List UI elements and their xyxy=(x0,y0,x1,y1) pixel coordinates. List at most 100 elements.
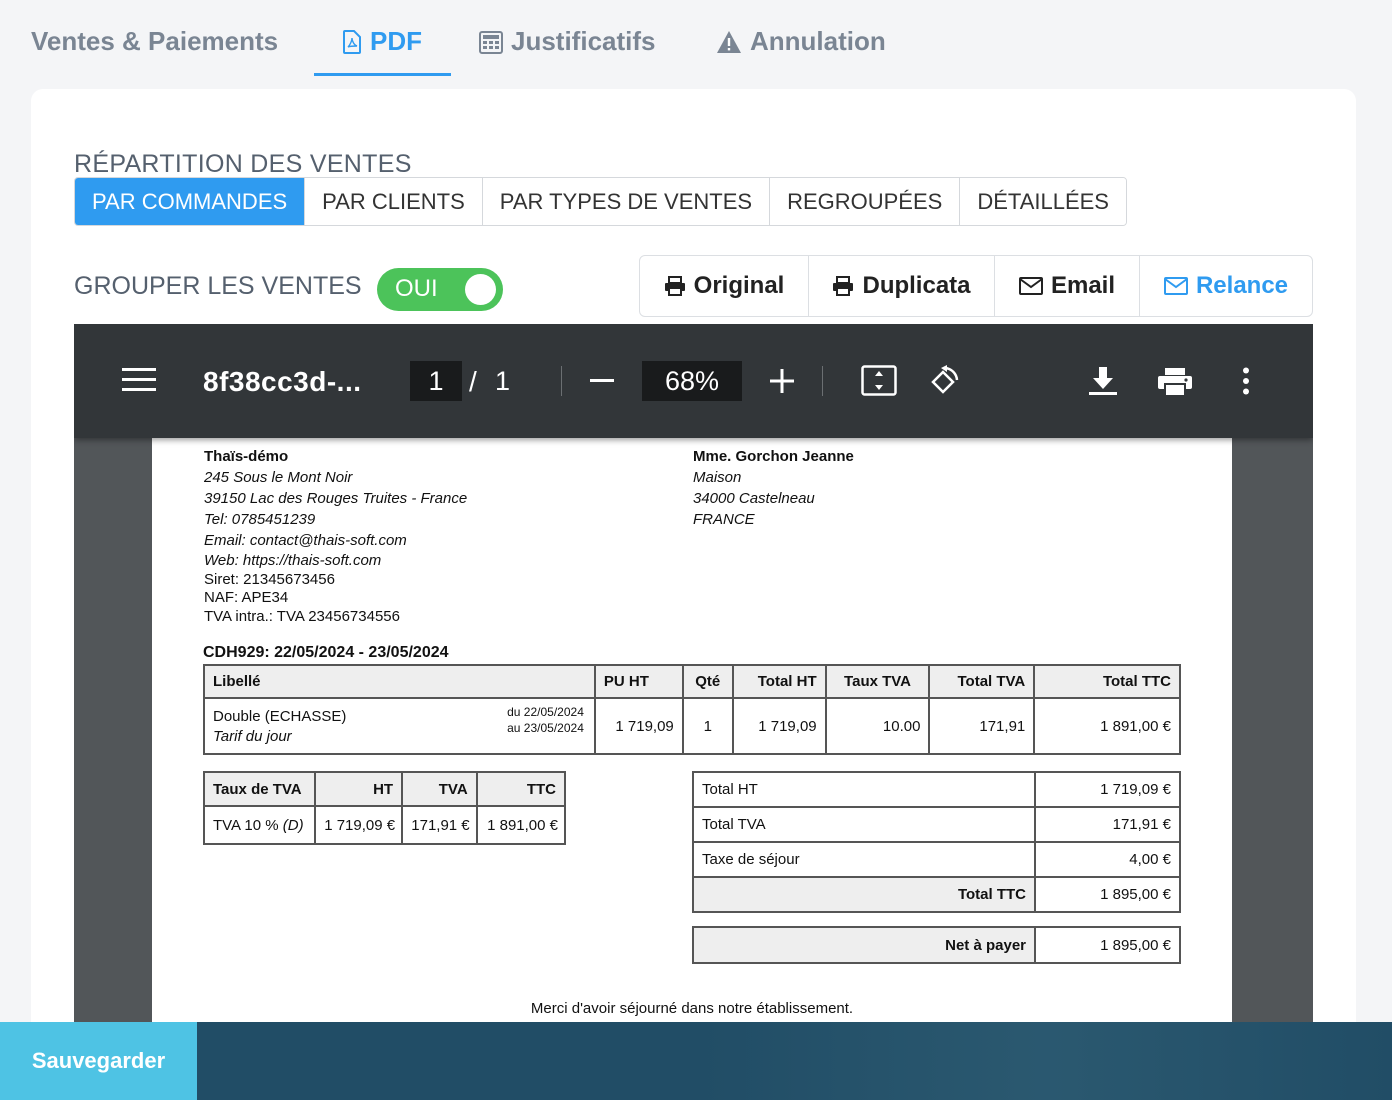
table-row: Total TVA 171,91 € xyxy=(692,806,1181,843)
total-value: 171,91 € xyxy=(1034,806,1181,843)
sender-address-line: 39150 Lac des Rouges Truites - France xyxy=(204,490,468,507)
total-ttc-label: Total TTC xyxy=(692,876,1036,913)
save-button[interactable]: Sauvegarder xyxy=(0,1022,197,1100)
pdf-page: Thaïs-démo 245 Sous le Mont Noir 39150 L… xyxy=(152,432,1232,1022)
active-tab-indicator xyxy=(314,73,451,76)
more-options-icon[interactable] xyxy=(1242,367,1250,395)
line-total-ht: 1 719,09 xyxy=(731,697,827,755)
column-header: TTC xyxy=(475,771,567,807)
relance-button[interactable]: Relance xyxy=(1140,256,1312,316)
order-heading: CDH929: 22/05/2024 - 23/05/2024 xyxy=(203,644,449,661)
vat-ht: 1 719,09 € xyxy=(314,805,404,845)
tab-label: Justificatifs xyxy=(511,26,656,56)
totals-table: Total HT 1 719,09 € Total TVA 171,91 € T… xyxy=(692,771,1181,913)
table-header-row: Libellé PU HT Qté Total HT Taux TVA Tota… xyxy=(203,664,1181,699)
total-value: 1 719,09 € xyxy=(1034,771,1181,808)
warning-icon xyxy=(717,31,741,53)
print-original-button[interactable]: Original xyxy=(640,256,809,316)
tab-ventes-paiements[interactable]: Ventes & Paiements xyxy=(31,26,278,76)
line-label-cell: Double (ECHASSE) Tarif du jour du 22/05/… xyxy=(203,697,596,755)
page-number-input[interactable]: 1 xyxy=(410,361,462,401)
line-date-from: du 22/05/2024 xyxy=(507,705,584,719)
pdf-viewer: 8f38cc3d-... 1 / 1 68% Thaïs-démo 245 So… xyxy=(74,324,1313,1022)
print-icon[interactable] xyxy=(1157,367,1193,397)
printer-icon xyxy=(664,276,685,296)
button-label: Original xyxy=(693,272,785,299)
column-header: Libellé xyxy=(203,664,596,699)
sender-vat: TVA intra.: TVA 23456734556 xyxy=(204,608,400,625)
recipient-name: Mme. Gorchon Jeanne xyxy=(693,448,854,465)
bar-decoration xyxy=(700,1022,1392,1100)
menu-icon[interactable] xyxy=(122,367,156,393)
email-button[interactable]: Email xyxy=(995,256,1140,316)
table-row: Total HT 1 719,09 € xyxy=(692,771,1181,808)
vat-rate: TVA 10 % xyxy=(213,816,279,834)
recipient-address-line: FRANCE xyxy=(693,511,755,528)
tab-annulation[interactable]: Annulation xyxy=(716,26,886,76)
tab-bar: Ventes & Paiements PDF Justificatifs Ann… xyxy=(0,0,1392,80)
invoice-lines-table: Libellé PU HT Qté Total HT Taux TVA Tota… xyxy=(203,664,1181,755)
table-row: Total TTC 1 895,00 € xyxy=(692,876,1181,913)
column-header: Total HT xyxy=(731,664,827,699)
option-detaillees[interactable]: DÉTAILLÉES xyxy=(960,178,1126,225)
pdf-toolbar: 8f38cc3d-... 1 / 1 68% xyxy=(74,324,1313,438)
page-total: 1 xyxy=(495,366,511,396)
recipient-address-line: Maison xyxy=(693,469,742,486)
tab-label: Ventes & Paiements xyxy=(31,26,279,56)
line-unit-price: 1 719,09 xyxy=(593,697,684,755)
sender-email: Email: contact@thais-soft.com xyxy=(204,532,407,549)
envelope-icon xyxy=(1018,277,1043,295)
group-sales-toggle[interactable]: OUI xyxy=(377,268,503,311)
column-header: Qté xyxy=(681,664,734,699)
repartition-title: RÉPARTITION DES VENTES xyxy=(74,150,412,178)
option-par-types-de-ventes[interactable]: PAR TYPES DE VENTES xyxy=(482,178,771,225)
total-label: Total TVA xyxy=(692,806,1036,843)
rotate-icon[interactable] xyxy=(925,364,961,398)
tab-justificatifs[interactable]: Justificatifs xyxy=(479,26,656,76)
sender-naf: NAF: APE34 xyxy=(204,589,289,606)
table-row: TVA 10 % (D) 1 719,09 € 171,91 € 1 891,0… xyxy=(202,805,567,845)
option-regroupees[interactable]: REGROUPÉES xyxy=(770,178,961,225)
toolbar-divider xyxy=(822,366,823,396)
toggle-knob xyxy=(465,274,496,305)
option-par-commandes[interactable]: PAR COMMANDES xyxy=(75,178,306,225)
group-sales-label: GROUPER LES VENTES xyxy=(74,272,362,300)
fit-page-icon[interactable] xyxy=(861,365,897,396)
printer-icon xyxy=(833,276,854,296)
line-date-to: au 23/05/2024 xyxy=(507,721,584,735)
vat-ttc: 1 891,00 € xyxy=(475,805,567,845)
column-header: TVA xyxy=(401,771,478,807)
net-to-pay-table: Net à payer 1 895,00 € xyxy=(692,926,1181,964)
column-header: Total TTC xyxy=(1033,664,1181,699)
envelope-icon xyxy=(1163,277,1188,295)
table-row: Taxe de séjour 4,00 € xyxy=(692,841,1181,878)
document-actions: Original Duplicata Email Relance xyxy=(639,255,1313,317)
tab-pdf[interactable]: PDF xyxy=(314,26,451,76)
vat-code: (D) xyxy=(282,816,304,834)
tab-label: PDF xyxy=(370,26,422,56)
total-ttc-value: 1 895,00 € xyxy=(1034,876,1181,913)
column-header: Taux de TVA xyxy=(202,771,317,807)
line-total-ttc: 1 891,00 € xyxy=(1033,697,1181,755)
sender-address-line: 245 Sous le Mont Noir xyxy=(204,469,353,486)
button-label: Email xyxy=(1050,272,1116,299)
invoice-footer-message: Merci d'avoir séjourné dans notre établi… xyxy=(530,1000,854,1017)
recipient-address-line: 34000 Castelneau xyxy=(693,490,815,507)
sender-phone: Tel: 0785451239 xyxy=(204,511,316,528)
tab-label: Annulation xyxy=(750,26,886,56)
download-icon[interactable] xyxy=(1089,366,1117,396)
print-duplicata-button[interactable]: Duplicata xyxy=(809,256,995,316)
column-header: PU HT xyxy=(593,664,684,699)
total-value: 4,00 € xyxy=(1034,841,1181,878)
total-label: Taxe de séjour xyxy=(692,841,1036,878)
toggle-label: OUI xyxy=(395,275,438,302)
column-header: Taux TVA xyxy=(824,664,931,699)
line-vat-rate: 10.00 xyxy=(824,697,931,755)
option-par-clients[interactable]: PAR CLIENTS xyxy=(305,178,483,225)
sender-web: Web: https://thais-soft.com xyxy=(204,552,382,569)
zoom-out-icon[interactable] xyxy=(590,379,614,383)
vat-rate-cell: TVA 10 % (D) xyxy=(202,805,317,845)
calculator-icon xyxy=(479,31,503,54)
zoom-in-icon[interactable] xyxy=(770,369,794,393)
zoom-level-input[interactable]: 68% xyxy=(642,361,742,401)
